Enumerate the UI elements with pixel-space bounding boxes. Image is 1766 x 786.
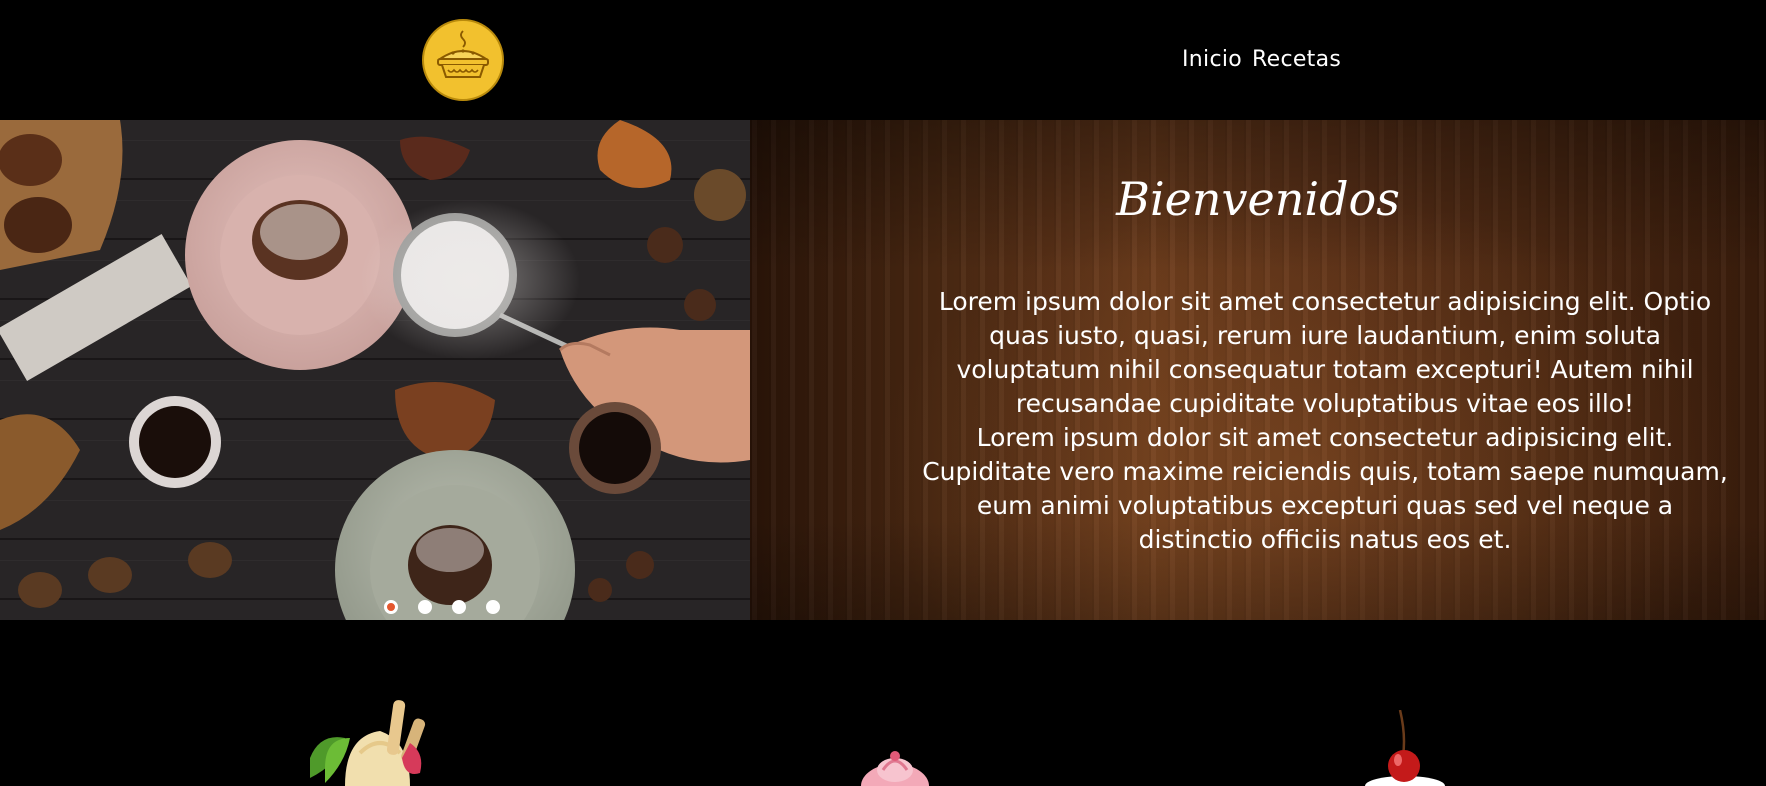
- logo[interactable]: [422, 19, 504, 101]
- carousel-dot-1[interactable]: [384, 600, 398, 614]
- desserts-strip: [0, 620, 1766, 786]
- welcome-paragraph-1: Lorem ipsum dolor sit amet consectetur a…: [938, 287, 1712, 418]
- pastry-table-photo: [0, 120, 750, 620]
- ice-cream-sundae-icon[interactable]: [290, 698, 450, 786]
- cupcake-icon[interactable]: [855, 748, 935, 786]
- welcome-paragraph-2: Lorem ipsum dolor sit amet consectetur a…: [922, 423, 1728, 554]
- welcome-text: Lorem ipsum dolor sit amet consectetur a…: [920, 285, 1730, 557]
- carousel[interactable]: [0, 120, 750, 620]
- carousel-dot-3[interactable]: [452, 600, 466, 614]
- carousel-dot-4[interactable]: [486, 600, 500, 614]
- welcome-panel: Bienvenidos Lorem ipsum dolor sit amet c…: [750, 120, 1766, 620]
- nav-inicio[interactable]: Inicio: [1182, 47, 1242, 72]
- carousel-indicators: [384, 600, 500, 614]
- pie-icon: [436, 30, 490, 78]
- hero-section: Bienvenidos Lorem ipsum dolor sit amet c…: [0, 120, 1766, 620]
- carousel-dot-2[interactable]: [418, 600, 432, 614]
- site-header: Inicio Recetas: [0, 0, 1766, 120]
- main-nav: Inicio Recetas: [1182, 47, 1341, 72]
- welcome-title: Bienvenidos: [1116, 172, 1400, 226]
- cherry-cake-icon[interactable]: [1360, 710, 1450, 786]
- nav-recetas[interactable]: Recetas: [1252, 47, 1341, 72]
